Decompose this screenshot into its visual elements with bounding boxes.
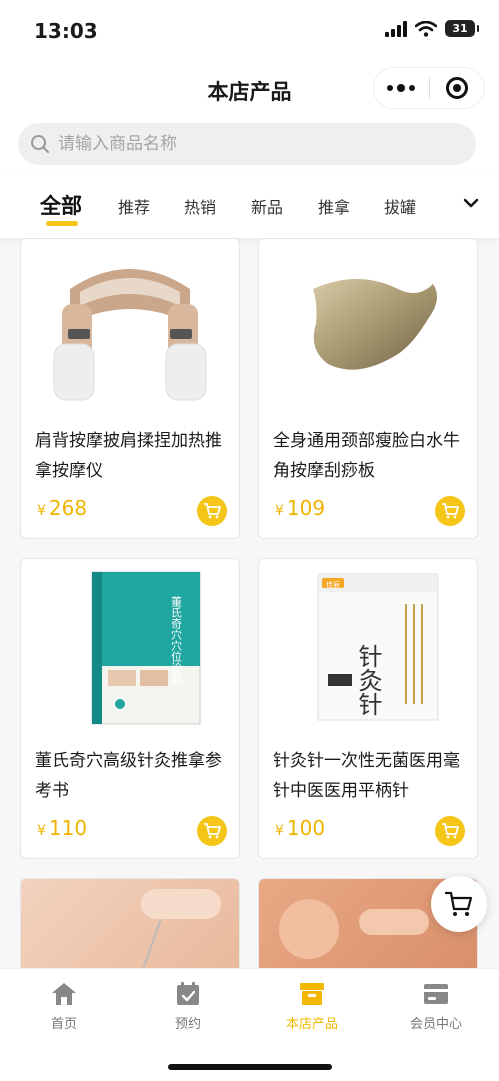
tab-new[interactable]: 新品	[251, 194, 283, 218]
tabbar-item-store-products[interactable]: 本店产品	[250, 979, 374, 1032]
search-bar	[0, 116, 499, 176]
target-icon	[445, 77, 468, 99]
status-icons: 31	[385, 20, 479, 37]
product-card[interactable]	[20, 878, 240, 968]
box-name: 针灸针	[354, 644, 382, 716]
product-image-massage-shawl	[21, 239, 239, 414]
product-title: 全身通用颈部瘦脸白水牛角按摩刮痧板	[273, 431, 460, 481]
book-cover-title: 董氏奇穴穴位诠解	[170, 596, 183, 685]
tab-recommended[interactable]: 推荐	[118, 194, 150, 218]
product-image-book-cover: 董氏奇穴穴位诠解	[21, 559, 239, 734]
nav-bar: 本店产品	[0, 60, 499, 116]
cart-icon	[442, 823, 459, 839]
cart-icon	[445, 891, 473, 916]
tab-hot[interactable]: 热销	[184, 194, 216, 218]
member-card-icon	[424, 984, 448, 1004]
floating-cart-button[interactable]	[431, 876, 487, 932]
product-card[interactable]: 全身通用颈部瘦脸白水牛角按摩刮痧板 ¥109	[258, 238, 478, 539]
search-input[interactable]	[58, 134, 438, 154]
product-image-needle-box: 佳辰 针灸针	[259, 559, 477, 734]
product-price: ¥100	[275, 816, 326, 840]
tabbar-label: 会员中心	[409, 1017, 462, 1032]
tabbar-label: 预约	[174, 1017, 201, 1032]
add-to-cart-button[interactable]	[197, 496, 227, 526]
wifi-icon	[415, 20, 437, 37]
product-price: ¥268	[37, 496, 88, 520]
chevron-down-icon[interactable]	[461, 193, 481, 213]
calendar-icon	[177, 982, 199, 1005]
battery-icon: 31	[445, 20, 479, 37]
product-title: 董氏奇穴高级针灸推拿参考书	[35, 751, 222, 801]
signal-icon	[385, 20, 407, 37]
product-title: 肩背按摩披肩揉捏加热推拿按摩仪	[35, 431, 222, 481]
status-bar: 13:03 31	[0, 0, 499, 60]
tab-tuina[interactable]: 推拿	[318, 194, 350, 218]
tabbar-item-booking[interactable]: 预约	[126, 979, 250, 1032]
more-icon[interactable]	[374, 67, 429, 109]
status-time: 13:03	[34, 19, 98, 43]
tab-all[interactable]: 全部	[40, 190, 82, 220]
box-brand: 佳辰	[326, 580, 340, 589]
cart-icon	[204, 503, 221, 519]
home-indicator	[168, 1064, 332, 1070]
product-grid: 肩背按摩披肩揉捏加热推拿按摩仪 ¥268 全身通用颈部瘦脸白水牛角按摩刮痧板 ¥…	[0, 238, 499, 968]
mini-program-capsule	[373, 67, 485, 109]
product-title: 针灸针一次性无菌医用毫针中医医用平柄针	[273, 751, 460, 801]
product-card[interactable]: 董氏奇穴穴位诠解 董氏奇穴高级针灸推拿参考书 ¥110	[20, 558, 240, 859]
search-box[interactable]	[18, 123, 476, 165]
product-card[interactable]: 肩背按摩披肩揉捏加热推拿按摩仪 ¥268	[20, 238, 240, 539]
product-image-gua-sha-board	[259, 239, 477, 414]
bottom-tab-bar: 首页 预约 本店产品 会员中心	[0, 968, 499, 1081]
tab-cupping[interactable]: 拔罐	[384, 194, 416, 218]
active-tab-indicator	[46, 221, 78, 226]
tabbar-item-member-center[interactable]: 会员中心	[374, 979, 498, 1032]
battery-level: 31	[452, 22, 468, 35]
close-mini-program-button[interactable]	[429, 67, 484, 109]
add-to-cart-button[interactable]	[435, 816, 465, 846]
search-icon	[31, 135, 49, 153]
add-to-cart-button[interactable]	[197, 816, 227, 846]
product-image-acupuncture-hand	[21, 879, 239, 968]
cart-icon	[442, 503, 459, 519]
home-icon	[52, 983, 76, 1005]
add-to-cart-button[interactable]	[435, 496, 465, 526]
product-price: ¥110	[37, 816, 88, 840]
category-tabs: 全部 推荐 热销 新品 推拿 拔罐	[0, 176, 499, 238]
product-card[interactable]: 佳辰 针灸针 针灸针一次性无菌医用毫针中医医用平柄针 ¥100	[258, 558, 478, 859]
store-icon	[300, 983, 324, 1005]
tabbar-item-home[interactable]: 首页	[2, 979, 126, 1032]
tabbar-label: 首页	[50, 1017, 77, 1032]
cart-icon	[204, 823, 221, 839]
tabbar-label: 本店产品	[285, 1017, 338, 1032]
product-price: ¥109	[275, 496, 326, 520]
